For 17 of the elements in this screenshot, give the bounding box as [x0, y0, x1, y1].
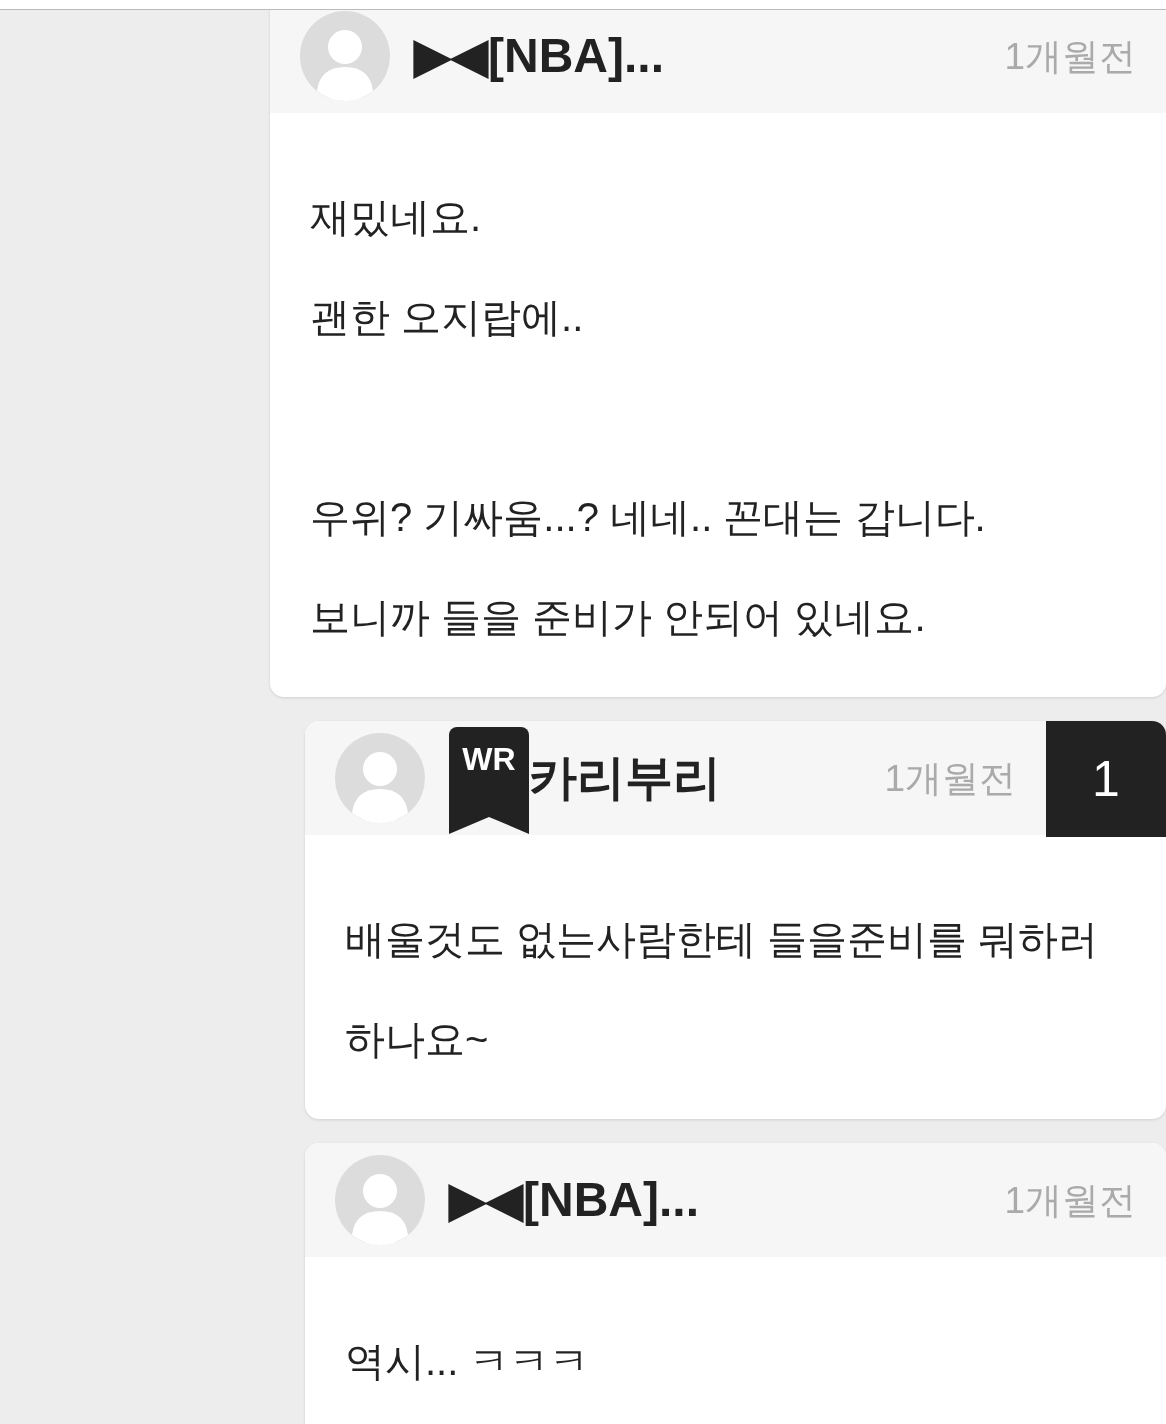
comment-text: 괜한 오지랍에.. [310, 294, 585, 341]
comment-text: 역시... ㅋㅋㅋ [345, 1338, 591, 1385]
comment-time: 1개월전 [1004, 37, 1136, 75]
comment-text: 배울것도 없는사람한테 들을준비를 뭐하러하나요~ [345, 916, 1100, 1063]
author-name[interactable]: ▶◀[NBA]... [449, 1176, 699, 1224]
avatar-icon [300, 11, 390, 101]
comment-time: 1개월전 [1004, 1181, 1136, 1219]
avatar-icon [335, 1155, 425, 1245]
comment-text: 우위? 기싸움...? 네네.. 꼰대는 갑니다. [310, 494, 987, 541]
comment-time: 1개월전 [884, 759, 1016, 797]
comment-text: 재밌네요. [310, 194, 483, 241]
comment-text: 보니까 들을 준비가 안되어 있네요. [310, 594, 927, 641]
author-name[interactable]: 카리부리 [529, 754, 721, 802]
writer-badge: WR [449, 727, 529, 834]
reply-count[interactable]: 1 [1046, 721, 1166, 837]
author-name[interactable]: ▶◀[NBA]... [414, 32, 664, 80]
avatar-icon [335, 733, 425, 823]
